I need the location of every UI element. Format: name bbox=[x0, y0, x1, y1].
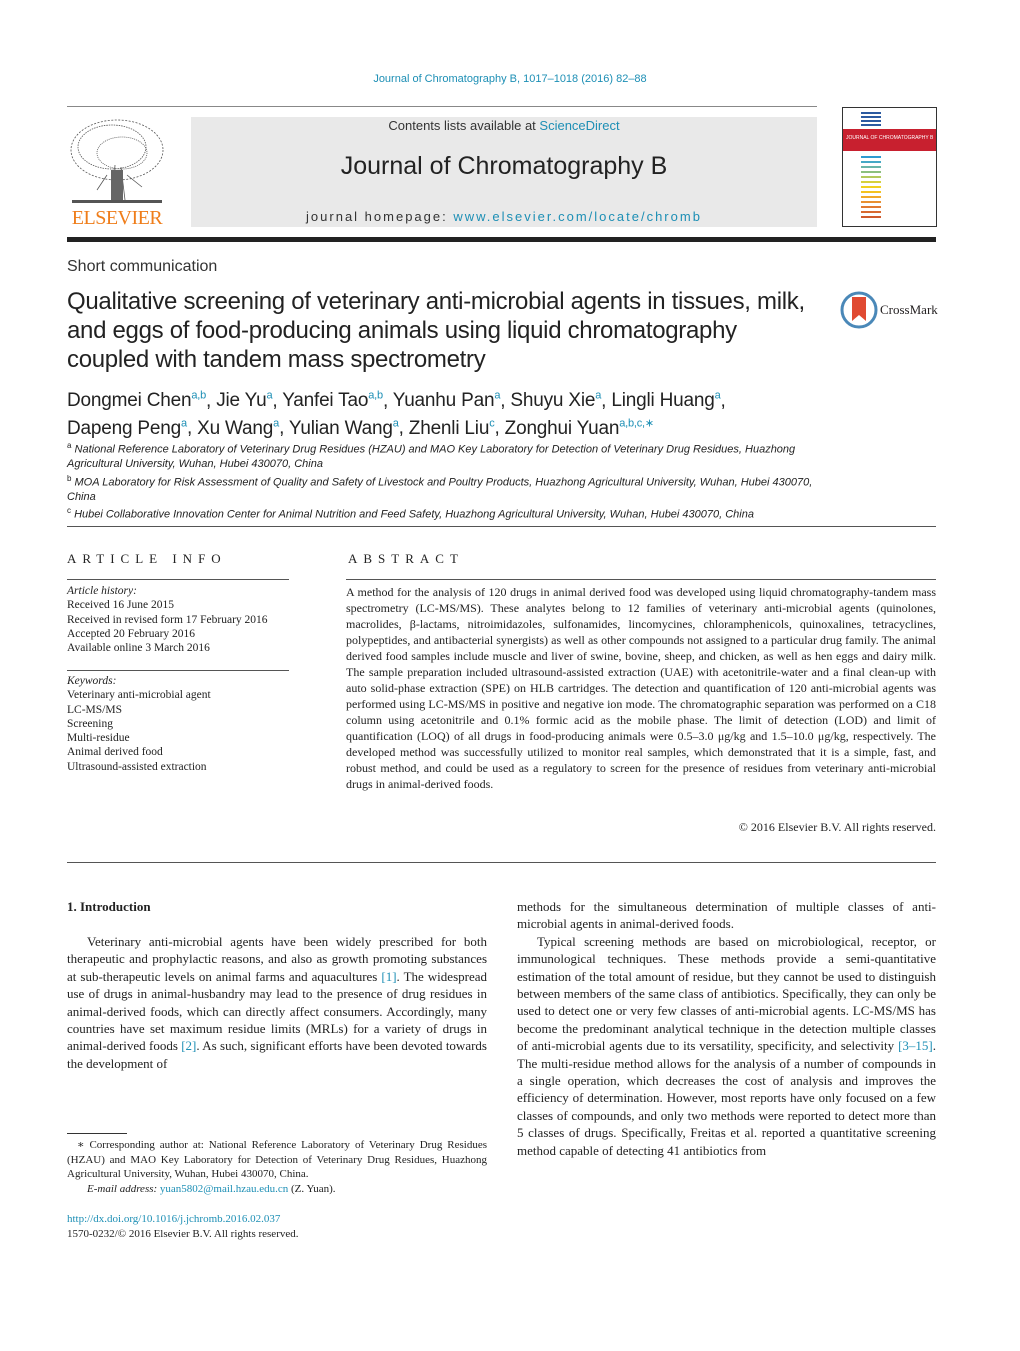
journal-title: Journal of Chromatography B bbox=[340, 152, 668, 180]
author[interactable]: Yanfei Taoa,b bbox=[282, 390, 383, 411]
header-rule bbox=[67, 106, 817, 107]
body-column-left: Veterinary anti-microbial agents have be… bbox=[67, 933, 487, 1072]
cover-stripes-top bbox=[861, 112, 881, 126]
elsevier-wordmark: ELSEVIER bbox=[71, 207, 163, 229]
author[interactable]: Yuanhu Pana bbox=[393, 390, 501, 411]
abstract-heading: ABSTRACT bbox=[348, 551, 464, 566]
corresponding-author-footnote: ∗ Corresponding author at: National Refe… bbox=[67, 1138, 487, 1196]
contents-line: Contents lists available at ScienceDirec… bbox=[191, 118, 817, 133]
history-label: Article history: bbox=[67, 585, 137, 597]
history-online: Available online 3 March 2016 bbox=[67, 642, 210, 655]
author[interactable]: Jie Yua bbox=[216, 390, 272, 411]
intro-paragraph-1: Veterinary anti-microbial agents have be… bbox=[67, 934, 487, 1071]
cover-stripes-color bbox=[861, 156, 881, 218]
author[interactable]: Lingli Huanga bbox=[611, 390, 720, 411]
author[interactable]: Dapeng Penga bbox=[67, 417, 187, 438]
doi-block: http://dx.doi.org/10.1016/j.jchromb.2016… bbox=[67, 1212, 299, 1241]
keyword: Multi-residue bbox=[67, 732, 130, 745]
header-thick-rule bbox=[67, 237, 936, 242]
section-heading-introduction: 1. Introduction bbox=[67, 899, 151, 914]
keywords: Keywords: Veterinary anti-microbial agen… bbox=[67, 674, 211, 774]
body-column-right: methods for the simultaneous determinati… bbox=[517, 898, 936, 1159]
abstract-copyright: © 2016 Elsevier B.V. All rights reserved… bbox=[738, 820, 936, 834]
crossmark-button[interactable]: CrossMark bbox=[840, 291, 940, 329]
article-info-heading: ARTICLE INFO bbox=[67, 551, 227, 566]
author[interactable]: Shuyu Xiea bbox=[510, 390, 601, 411]
journal-citation-link[interactable]: Journal of Chromatography B, 1017–1018 (… bbox=[0, 73, 1020, 85]
affiliation-a: a National Reference Laboratory of Veter… bbox=[67, 441, 796, 471]
author[interactable]: Zhenli Liuc bbox=[409, 417, 495, 438]
sciencedirect-link[interactable]: ScienceDirect bbox=[539, 118, 619, 133]
article-info-rule bbox=[67, 579, 289, 580]
homepage-link[interactable]: www.elsevier.com/locate/chromb bbox=[453, 209, 702, 224]
author[interactable]: Dongmei Chena,b bbox=[67, 390, 206, 411]
author[interactable]: Zonghui Yuana,b,c,∗ bbox=[505, 417, 654, 438]
homepage-prefix: journal homepage: bbox=[306, 209, 454, 224]
reference-link[interactable]: [2] bbox=[181, 1038, 196, 1053]
article-title: Qualitative screening of veterinary anti… bbox=[67, 288, 805, 373]
keyword: LC-MS/MS bbox=[67, 703, 122, 716]
article-history: Article history: Received 16 June 2015 R… bbox=[67, 584, 268, 655]
keywords-label: Keywords: bbox=[67, 675, 117, 687]
contents-prefix: Contents lists available at bbox=[388, 118, 540, 133]
author-list: Dongmei Chena,b, Jie Yua, Yanfei Taoa,b,… bbox=[67, 390, 726, 439]
email-line: E-mail address: yuan5802@mail.hzau.edu.c… bbox=[87, 1182, 336, 1195]
reference-link[interactable]: [3–15] bbox=[898, 1038, 933, 1053]
doi-link[interactable]: http://dx.doi.org/10.1016/j.jchromb.2016… bbox=[67, 1213, 280, 1225]
intro-paragraph-1-continued: methods for the simultaneous determinati… bbox=[517, 899, 936, 932]
reference-link[interactable]: [1] bbox=[381, 969, 396, 984]
email-link[interactable]: yuan5802@mail.hzau.edu.cn bbox=[160, 1183, 288, 1195]
keyword: Veterinary anti-microbial agent bbox=[67, 689, 211, 702]
abstract-rule bbox=[346, 579, 936, 580]
journal-cover-thumbnail[interactable]: JOURNAL OF CHROMATOGRAPHY B bbox=[842, 107, 937, 227]
keyword: Screening bbox=[67, 717, 113, 730]
crossmark-label: CrossMark bbox=[880, 302, 938, 317]
abstract-text: A method for the analysis of 120 drugs i… bbox=[346, 585, 936, 791]
article-type: Short communication bbox=[67, 258, 218, 275]
crossmark-icon bbox=[840, 291, 878, 329]
author[interactable]: Yulian Wanga bbox=[289, 417, 399, 438]
abstract-end-rule bbox=[67, 862, 936, 863]
issn-copyright: 1570-0232/© 2016 Elsevier B.V. All right… bbox=[67, 1227, 299, 1240]
corresponding-author-text: ∗ Corresponding author at: National Refe… bbox=[67, 1139, 487, 1180]
affiliations-rule bbox=[67, 526, 936, 527]
affiliation-b: b MOA Laboratory for Risk Assessment of … bbox=[67, 473, 813, 503]
cover-title: JOURNAL OF CHROMATOGRAPHY B bbox=[846, 135, 934, 141]
affiliation-c: c Hubei Collaborative Innovation Center … bbox=[67, 506, 754, 521]
journal-homepage: journal homepage: www.elsevier.com/locat… bbox=[191, 209, 817, 224]
keywords-rule bbox=[67, 670, 289, 671]
history-received: Received 16 June 2015 bbox=[67, 599, 174, 612]
footnote-rule bbox=[67, 1133, 127, 1134]
intro-paragraph-2: Typical screening methods are based on m… bbox=[517, 933, 936, 1158]
history-accepted: Accepted 20 February 2016 bbox=[67, 627, 196, 640]
affiliations: a National Reference Laboratory of Veter… bbox=[67, 439, 827, 522]
history-revised: Received in revised form 17 February 201… bbox=[67, 613, 268, 626]
author[interactable]: Xu Wanga bbox=[197, 417, 279, 438]
keyword: Ultrasound-assisted extraction bbox=[67, 760, 207, 773]
keyword: Animal derived food bbox=[67, 746, 163, 759]
